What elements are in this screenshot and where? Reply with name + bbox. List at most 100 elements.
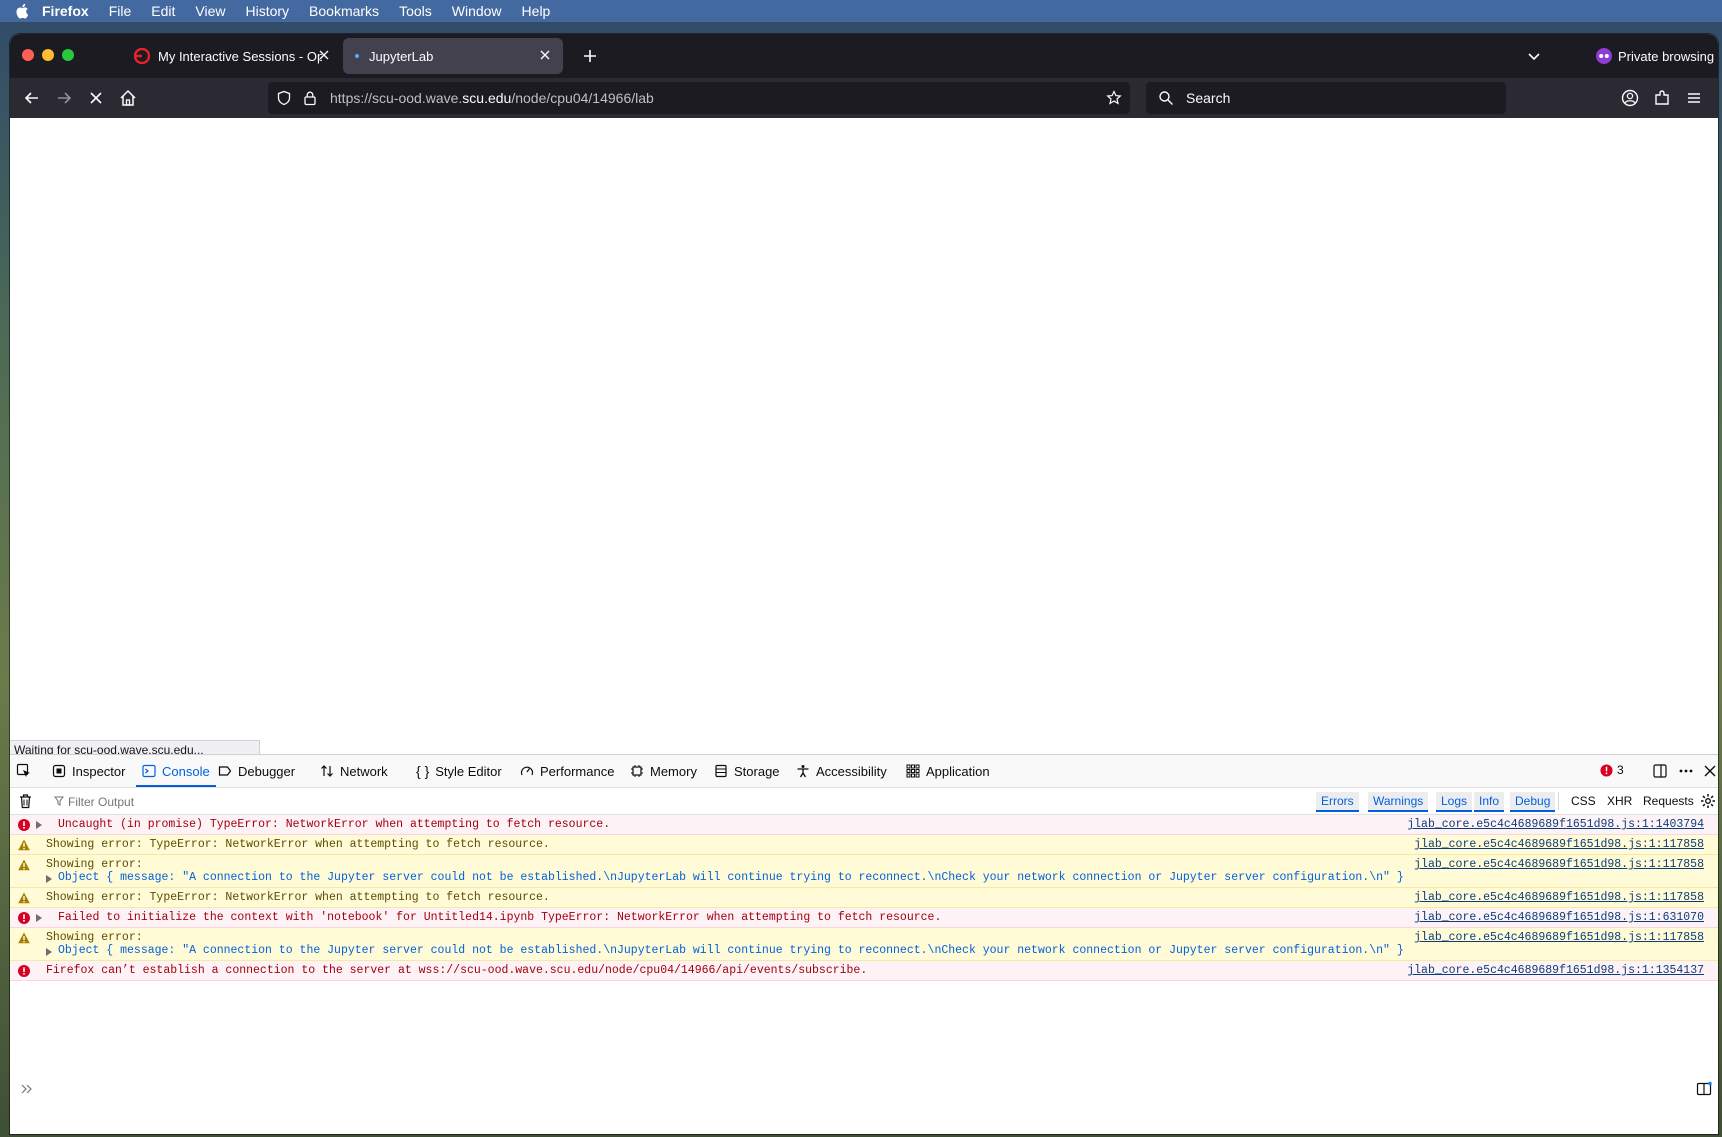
new-tab-icon[interactable] xyxy=(580,46,600,66)
inspector-icon xyxy=(52,764,66,778)
more-options-icon[interactable] xyxy=(1678,763,1694,779)
bookmark-star-icon[interactable] xyxy=(1106,90,1122,106)
window-close-button[interactable] xyxy=(22,49,34,61)
expand-arrow-icon[interactable] xyxy=(46,875,52,883)
devtools-tab-debugger[interactable]: Debugger xyxy=(218,755,295,787)
source-location-link[interactable]: jlab_core.e5c4c4689689f1651d98.js:1:1403… xyxy=(1407,818,1704,831)
url-text[interactable]: https://scu-ood.wave.scu.edu/node/cpu04/… xyxy=(330,90,654,106)
console-message[interactable]: Showing error: TypeError: NetworkError w… xyxy=(10,888,1718,908)
filter-requests-button[interactable]: Requests xyxy=(1638,792,1699,810)
error-count-badge[interactable]: 3 xyxy=(1600,763,1624,777)
devtools-tab-console[interactable]: Console xyxy=(136,755,216,787)
macos-menu-bar: Firefox File Edit View History Bookmarks… xyxy=(0,0,1722,22)
devtools-tab-network[interactable]: Network xyxy=(320,755,388,787)
source-location-link[interactable]: jlab_core.e5c4c4689689f1651d98.js:1:1178… xyxy=(1414,838,1704,851)
warning-icon xyxy=(18,839,30,851)
private-mask-icon xyxy=(1596,48,1612,64)
private-browsing-indicator: Private browsing xyxy=(1596,44,1714,68)
filter-errors-button[interactable]: Errors xyxy=(1316,792,1359,812)
tab-close-icon[interactable] xyxy=(537,47,553,63)
network-arrows-icon xyxy=(321,765,333,777)
hamburger-menu-icon[interactable] xyxy=(1684,88,1704,108)
devtools-tab-style-editor[interactable]: { } Style Editor xyxy=(416,755,502,787)
devtools-tab-accessibility[interactable]: Accessibility xyxy=(796,755,887,787)
source-location-link[interactable]: jlab_core.e5c4c4689689f1651d98.js:1:6310… xyxy=(1414,911,1704,924)
tab-bar: My Interactive Sessions - Open JupyterLa… xyxy=(10,34,1718,78)
console-settings-gear-icon[interactable] xyxy=(1700,793,1716,809)
devtools-tab-storage[interactable]: Storage xyxy=(714,755,780,787)
apple-icon[interactable] xyxy=(14,3,32,19)
source-location-link[interactable]: jlab_core.e5c4c4689689f1651d98.js:1:1354… xyxy=(1407,964,1704,977)
error-icon xyxy=(18,965,30,977)
object-preview[interactable]: Object { message: "A connection to the J… xyxy=(46,944,1718,957)
expand-arrow-icon[interactable] xyxy=(36,914,42,922)
stop-loading-icon[interactable] xyxy=(86,88,106,108)
window-zoom-button[interactable] xyxy=(62,49,74,61)
window-minimize-button[interactable] xyxy=(42,49,54,61)
filter-logs-button[interactable]: Logs xyxy=(1436,792,1473,812)
extensions-puzzle-icon[interactable] xyxy=(1652,88,1672,108)
console-message[interactable]: Failed to initialize the context with 'n… xyxy=(10,908,1718,928)
expand-arrow-icon[interactable] xyxy=(46,948,52,956)
devtools-tab-inspector[interactable]: Inspector xyxy=(52,755,125,787)
editor-mode-toggle-icon[interactable] xyxy=(1696,1081,1712,1097)
dock-side-icon[interactable] xyxy=(1652,763,1668,779)
devtools-toolbar: Inspector Console Debugger Network { } S… xyxy=(10,755,1718,788)
menu-window[interactable]: Window xyxy=(452,3,502,19)
menu-bookmarks[interactable]: Bookmarks xyxy=(309,3,379,19)
trash-clear-icon[interactable] xyxy=(18,793,33,809)
message-text: Showing error: TypeError: NetworkError w… xyxy=(46,838,550,851)
filter-info-button[interactable]: Info xyxy=(1474,792,1505,812)
menu-help[interactable]: Help xyxy=(522,3,551,19)
source-location-link[interactable]: jlab_core.e5c4c4689689f1651d98.js:1:1178… xyxy=(1414,891,1704,904)
tab-my-interactive-sessions[interactable]: My Interactive Sessions - Open xyxy=(120,38,342,74)
devtools-tab-application[interactable]: Application xyxy=(906,755,990,787)
console-input[interactable] xyxy=(10,1078,1718,1100)
warning-icon xyxy=(18,932,30,944)
devtools-tab-label: Network xyxy=(340,763,388,779)
filter-warnings-button[interactable]: Warnings xyxy=(1368,792,1429,812)
filter-output-input[interactable] xyxy=(50,791,670,813)
console-message[interactable]: Showing error: Object { message: "A conn… xyxy=(10,855,1718,888)
chevron-down-icon[interactable] xyxy=(1526,48,1542,64)
object-preview[interactable]: Object { message: "A connection to the J… xyxy=(46,871,1718,884)
account-icon[interactable] xyxy=(1620,88,1640,108)
console-message[interactable]: Uncaught (in promise) TypeError: Network… xyxy=(10,815,1718,835)
menu-history[interactable]: History xyxy=(245,3,289,19)
filter-xhr-button[interactable]: XHR xyxy=(1602,792,1637,810)
source-location-link[interactable]: jlab_core.e5c4c4689689f1651d98.js:1:1178… xyxy=(1414,931,1704,944)
tab-close-icon[interactable] xyxy=(316,47,332,63)
address-bar[interactable]: https://scu-ood.wave.scu.edu/node/cpu04/… xyxy=(268,82,1130,114)
devtools-tab-label: Style Editor xyxy=(435,763,502,779)
devtools-tab-performance[interactable]: Performance xyxy=(520,755,614,787)
element-picker-icon[interactable] xyxy=(16,763,32,779)
back-arrow-icon[interactable] xyxy=(22,88,42,108)
menu-tools[interactable]: Tools xyxy=(399,3,432,19)
devtools-tab-memory[interactable]: Memory xyxy=(630,755,697,787)
source-location-link[interactable]: jlab_core.e5c4c4689689f1651d98.js:1:1178… xyxy=(1414,858,1704,871)
search-placeholder: Search xyxy=(1186,90,1231,106)
menu-file[interactable]: File xyxy=(109,3,132,19)
devtools-tab-label: Inspector xyxy=(72,763,126,779)
console-message[interactable]: Showing error: Object { message: "A conn… xyxy=(10,928,1718,961)
warning-icon xyxy=(18,892,30,904)
tracking-protection-shield-icon[interactable] xyxy=(276,90,292,106)
devtools-tab-label: Console xyxy=(162,763,210,779)
error-circle-icon xyxy=(1600,763,1613,777)
home-icon[interactable] xyxy=(118,88,138,108)
menu-app-name[interactable]: Firefox xyxy=(42,3,89,19)
menu-view[interactable]: View xyxy=(195,3,225,19)
console-message[interactable]: Firefox can’t establish a connection to … xyxy=(10,961,1718,981)
expand-arrow-icon[interactable] xyxy=(36,821,42,829)
tab-title: JupyterLab xyxy=(369,48,434,64)
search-bar[interactable]: Search xyxy=(1146,82,1506,114)
close-devtools-icon[interactable] xyxy=(1702,763,1718,779)
tab-jupyterlab[interactable]: JupyterLab xyxy=(343,38,563,74)
menu-edit[interactable]: Edit xyxy=(151,3,175,19)
lock-icon[interactable] xyxy=(302,90,318,106)
filter-debug-button[interactable]: Debug xyxy=(1510,792,1556,812)
devtools-tab-label: Performance xyxy=(540,763,615,779)
console-message[interactable]: Showing error: TypeError: NetworkError w… xyxy=(10,835,1718,855)
filter-css-button[interactable]: CSS xyxy=(1566,792,1601,810)
forward-arrow-icon[interactable] xyxy=(54,88,74,108)
